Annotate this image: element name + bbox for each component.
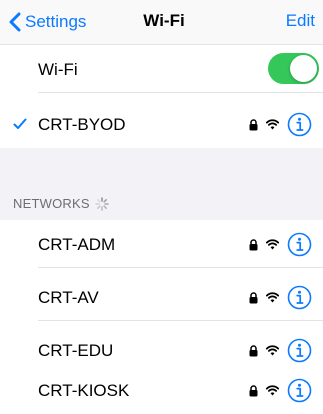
wifi-toggle-switch[interactable] (268, 53, 319, 84)
network-name: CRT-EDU (38, 341, 114, 360)
wifi-icon (266, 119, 279, 130)
info-icon[interactable] (287, 378, 312, 403)
info-icon[interactable] (287, 232, 312, 257)
connected-network-row[interactable]: CRT-BYOD (0, 100, 323, 148)
network-name: CRT-ADM (38, 235, 116, 254)
wifi-icon (266, 292, 279, 303)
wifi-toggle-label: Wi-Fi (38, 60, 78, 79)
wifi-icon (266, 345, 279, 356)
network-name: CRT-AV (38, 288, 99, 307)
spinner-icon (94, 196, 109, 211)
row-divider (38, 92, 323, 93)
lock-icon (249, 385, 258, 397)
network-row[interactable]: CRT-KIOSK (0, 366, 323, 414)
lock-icon (249, 292, 258, 304)
toggle-knob (290, 55, 317, 82)
row-divider (38, 320, 323, 321)
info-icon[interactable] (287, 285, 312, 310)
networks-section-header: NETWORKS (13, 196, 109, 211)
network-name: CRT-KIOSK (38, 381, 130, 400)
networks-header-label: NETWORKS (13, 196, 90, 211)
network-name: CRT-BYOD (38, 115, 126, 134)
network-row[interactable]: CRT-ADM (0, 220, 323, 268)
wifi-toggle-row: Wi-Fi (0, 45, 323, 93)
lock-icon (249, 239, 258, 251)
checkmark-icon (13, 118, 27, 129)
navigation-bar: Settings Wi-Fi Edit (0, 0, 323, 45)
info-icon[interactable] (287, 112, 312, 137)
lock-icon (249, 119, 258, 131)
info-icon[interactable] (287, 338, 312, 363)
network-row[interactable]: CRT-AV (0, 273, 323, 321)
row-divider (38, 267, 323, 268)
edit-button[interactable]: Edit (286, 11, 315, 31)
wifi-icon (266, 385, 279, 396)
lock-icon (249, 345, 258, 357)
page-title: Wi-Fi (143, 11, 185, 30)
wifi-icon (266, 239, 279, 250)
